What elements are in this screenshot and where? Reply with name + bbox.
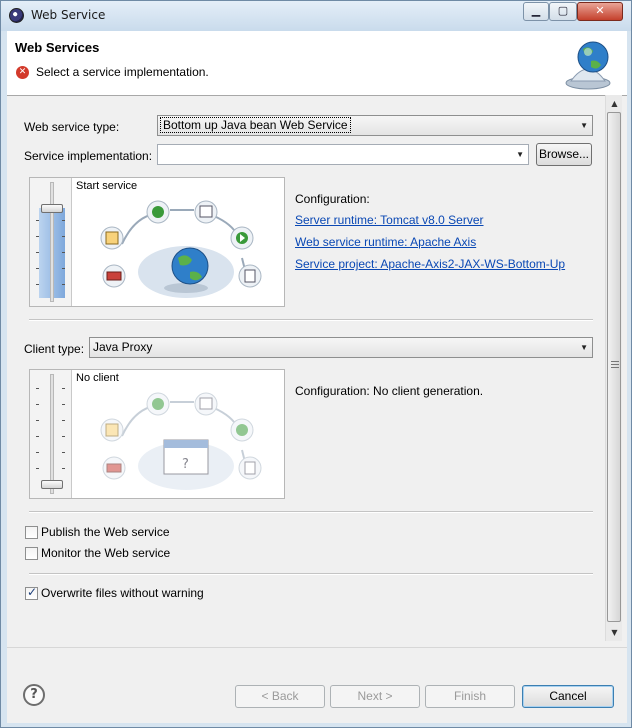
next-button[interactable]: Next > — [330, 685, 420, 708]
monitor-label[interactable]: Monitor the Web service — [41, 546, 170, 560]
help-icon[interactable]: ? — [23, 684, 45, 706]
page-title: Web Services — [15, 40, 100, 55]
publish-checkbox[interactable] — [25, 526, 38, 539]
browse-button[interactable]: Browse... — [536, 143, 592, 166]
client-config-text: Configuration: No client generation. — [295, 384, 484, 398]
wizard-header: Web Services ✕ Select a service implemen… — [7, 31, 627, 96]
chevron-down-icon: ▼ — [580, 343, 588, 352]
service-type-combo[interactable]: Bottom up Java bean Web Service ▼ — [157, 115, 593, 136]
minimize-button[interactable]: ▁ — [523, 2, 549, 21]
client-slider-groove — [50, 374, 54, 494]
client-type-label: Client type: — [24, 342, 85, 356]
finish-button[interactable]: Finish — [425, 685, 515, 708]
client-type-combo[interactable]: Java Proxy ▼ — [89, 337, 593, 358]
separator — [29, 511, 593, 513]
service-type-value: Bottom up Java bean Web Service — [160, 117, 351, 133]
window-title: Web Service — [31, 8, 106, 22]
client-level-slider-panel: No client ? — [29, 369, 285, 499]
service-project-link[interactable]: Service project: Apache-Axis2-JAX-WS-Bot… — [295, 257, 565, 271]
separator — [29, 319, 593, 321]
service-config-label: Configuration: — [295, 192, 370, 206]
service-slider-thumb[interactable] — [41, 204, 63, 213]
title-bar[interactable]: Web Service ▁ ▢ ✕ — [1, 1, 631, 31]
separator — [29, 573, 593, 575]
service-slider-track — [30, 178, 72, 306]
vertical-scrollbar[interactable]: ▲ ▼ — [605, 95, 622, 641]
overwrite-checkbox[interactable] — [25, 585, 38, 600]
service-slider-groove — [50, 182, 54, 302]
service-type-label: Web service type: — [24, 120, 120, 134]
ws-runtime-link[interactable]: Web service runtime: Apache Axis — [295, 235, 476, 249]
client-type-value: Java Proxy — [93, 340, 153, 354]
chevron-down-icon: ▼ — [580, 121, 588, 130]
service-slider-caption: Start service — [76, 180, 138, 192]
server-runtime-link[interactable]: Server runtime: Tomcat v8.0 Server — [295, 213, 484, 227]
wizard-body: Web service type: Bottom up Java bean We… — [7, 97, 603, 657]
header-message: Select a service implementation. — [36, 65, 209, 79]
close-button[interactable]: ✕ — [577, 2, 623, 21]
service-impl-input[interactable]: ▼ — [157, 144, 529, 165]
client-slider-thumb[interactable] — [41, 480, 63, 489]
back-button[interactable]: < Back — [235, 685, 325, 708]
service-lifecycle-diagram — [100, 200, 262, 298]
client-lifecycle-diagram: ? — [100, 392, 262, 490]
eclipse-icon — [9, 8, 24, 23]
monitor-checkbox[interactable] — [25, 547, 38, 560]
svg-text:?: ? — [182, 457, 189, 472]
cancel-button[interactable]: Cancel — [522, 685, 614, 708]
wizard-footer: ? < Back Next > Finish Cancel — [7, 647, 627, 723]
maximize-button[interactable]: ▢ — [549, 2, 577, 21]
client-slider-caption: No client — [76, 372, 119, 384]
overwrite-label[interactable]: Overwrite files without warning — [41, 586, 204, 600]
grip-icon — [611, 361, 619, 368]
dialog-content: Web Services ✕ Select a service implemen… — [7, 31, 627, 723]
chevron-down-icon[interactable]: ▼ — [516, 145, 524, 164]
error-icon: ✕ — [16, 66, 29, 79]
service-level-slider-panel: Start service — [29, 177, 285, 307]
dialog-window: Web Service ▁ ▢ ✕ Web Services ✕ Select … — [0, 0, 632, 728]
publish-label[interactable]: Publish the Web service — [41, 525, 170, 539]
client-slider-track — [30, 370, 72, 498]
service-impl-label: Service implementation: — [24, 149, 153, 163]
scroll-down-icon[interactable]: ▼ — [606, 624, 623, 641]
web-services-globe-icon — [565, 41, 611, 90]
scroll-up-icon[interactable]: ▲ — [606, 95, 623, 112]
scrollbar-thumb[interactable] — [607, 112, 621, 622]
